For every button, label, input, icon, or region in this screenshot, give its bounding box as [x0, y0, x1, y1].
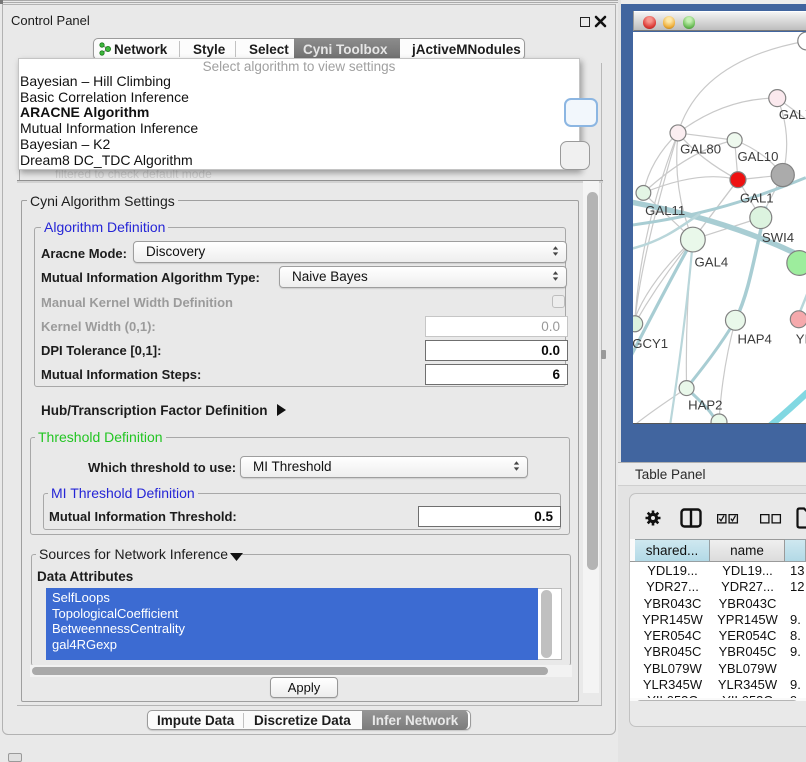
svg-text:GAL1: GAL1	[740, 191, 774, 206]
svg-text:HAP2: HAP2	[688, 398, 722, 413]
svg-text:GAL4: GAL4	[695, 254, 729, 269]
svg-text:SWI4: SWI4	[762, 230, 794, 245]
svg-text:GAL10: GAL10	[737, 149, 778, 164]
svg-text:GAL7: GAL7	[779, 107, 806, 122]
svg-text:HAP4: HAP4	[737, 332, 771, 347]
svg-text:GAL11: GAL11	[645, 203, 685, 218]
svg-text:YM: YM	[796, 332, 806, 347]
svg-text:GAL80: GAL80	[680, 142, 721, 157]
svg-text:GCY1: GCY1	[633, 336, 668, 351]
